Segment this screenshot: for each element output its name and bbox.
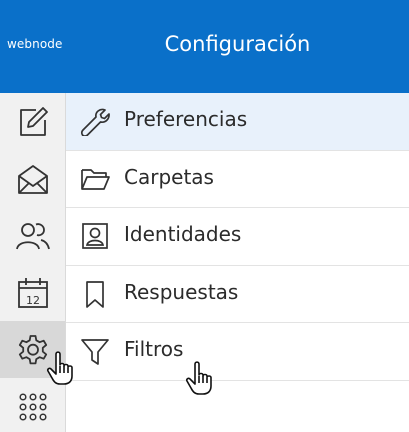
settings-menu: Preferencias Carpetas Identidades Respue… bbox=[66, 93, 409, 381]
rail-item-compose[interactable] bbox=[0, 93, 65, 150]
calendar-day: 12 bbox=[26, 294, 40, 307]
menu-item-carpetas[interactable]: Carpetas bbox=[66, 151, 409, 208]
app-header: webnode Configuración bbox=[0, 0, 409, 93]
wrench-icon bbox=[80, 106, 110, 137]
calendar-icon: 12 bbox=[17, 277, 48, 308]
bookmark-icon bbox=[80, 279, 110, 309]
hand-pointer-icon bbox=[46, 350, 78, 386]
apps-icon bbox=[18, 392, 47, 421]
rail-item-mail[interactable] bbox=[0, 150, 65, 207]
webnode-logo[interactable]: webnode bbox=[7, 37, 62, 51]
menu-item-label: Preferencias bbox=[124, 107, 248, 131]
identity-card-icon bbox=[80, 221, 110, 251]
menu-item-filtros[interactable]: Filtros bbox=[66, 323, 409, 381]
contacts-icon bbox=[15, 222, 50, 249]
menu-item-label: Respuestas bbox=[124, 279, 239, 304]
menu-item-label: Carpetas bbox=[124, 164, 214, 189]
menu-item-label: Identidades bbox=[124, 222, 242, 246]
folder-icon bbox=[80, 164, 110, 194]
mail-icon bbox=[17, 164, 48, 194]
rail-item-apps[interactable] bbox=[0, 378, 65, 432]
compose-icon bbox=[19, 106, 48, 136]
menu-item-respuestas[interactable]: Respuestas bbox=[66, 266, 409, 323]
settings-icon bbox=[18, 334, 47, 364]
menu-item-preferencias[interactable]: Preferencias bbox=[66, 93, 409, 151]
filter-icon bbox=[80, 336, 110, 366]
rail-item-calendar[interactable]: 12 bbox=[0, 264, 65, 321]
rail-item-contacts[interactable] bbox=[0, 207, 65, 264]
hand-pointer-icon bbox=[185, 360, 217, 396]
menu-item-label: Filtros bbox=[124, 337, 184, 361]
page-title: Configuración bbox=[164, 32, 311, 56]
menu-item-identidades[interactable]: Identidades bbox=[66, 208, 409, 266]
